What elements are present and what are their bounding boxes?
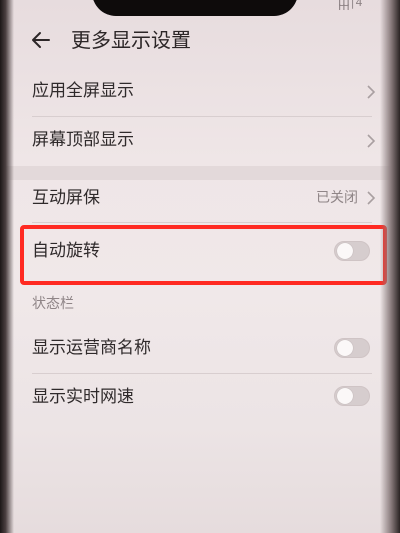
row-label: 屏幕顶部显示 <box>32 130 134 150</box>
chevron-right-icon <box>367 191 376 205</box>
network-speed-toggle[interactable] <box>334 386 370 406</box>
section-title: 状态栏 <box>32 296 74 312</box>
chevron-right-icon <box>367 134 376 148</box>
row-show-network-speed[interactable]: 显示实时网速 <box>0 374 400 422</box>
toggle-knob <box>337 388 353 404</box>
row-app-fullscreen[interactable]: 应用全屏显示 <box>0 68 400 116</box>
status-bar-icons: Ш|4 Ш <box>338 0 372 10</box>
bezel-right <box>380 0 400 533</box>
status-bar-text: Ш|4 Ш <box>338 0 364 10</box>
bezel-left <box>0 0 14 533</box>
row-screen-top-display[interactable]: 屏幕顶部显示 <box>0 117 400 165</box>
row-label: 显示实时网速 <box>32 387 134 407</box>
row-value: 已关闭 <box>316 190 358 206</box>
phone-screen: Ш|4 Ш 更多显示设置 应用全屏显示 屏幕顶部显示 互动屏保 已关闭 自动旋转 <box>0 0 400 533</box>
row-label: 互动屏保 <box>32 188 100 208</box>
row-label: 应用全屏显示 <box>32 81 134 101</box>
toggle-knob <box>337 340 353 356</box>
page-title: 更多显示设置 <box>71 28 191 52</box>
carrier-name-toggle[interactable] <box>334 338 370 358</box>
row-interactive-screensaver[interactable]: 互动屏保 已关闭 <box>0 180 400 220</box>
back-arrow-icon[interactable] <box>29 28 53 52</box>
chevron-right-icon <box>367 85 376 99</box>
section-gap <box>0 166 400 180</box>
row-label: 显示运营商名称 <box>32 338 151 358</box>
app-header: 更多显示设置 <box>0 22 400 62</box>
row-show-carrier-name[interactable]: 显示运营商名称 <box>0 322 400 372</box>
camera-notch <box>92 0 298 16</box>
highlight-box <box>20 225 387 285</box>
divider <box>32 222 372 223</box>
